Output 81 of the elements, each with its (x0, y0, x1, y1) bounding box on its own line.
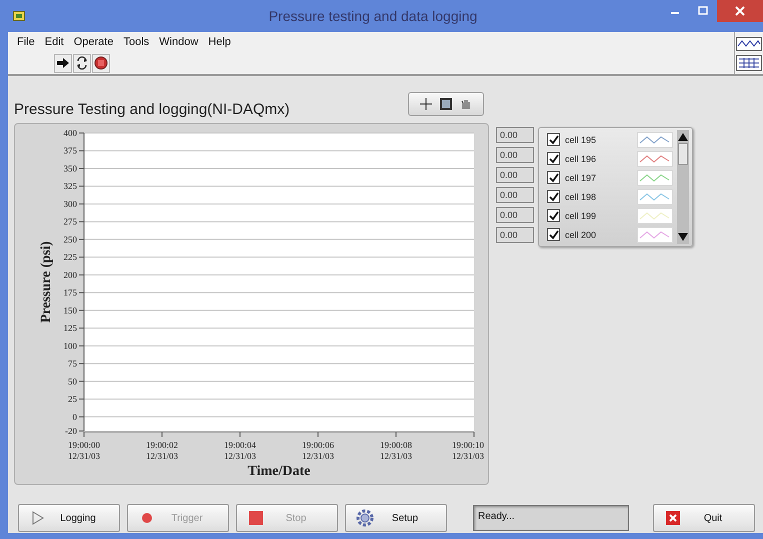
checkbox[interactable] (547, 152, 560, 165)
quit-button[interactable]: Quit (653, 504, 755, 532)
arrow-icon (56, 57, 70, 69)
y-tick-label: 400 (64, 128, 77, 138)
x-tick-label: 19:00:00 12/31/03 (68, 440, 100, 461)
scroll-thumb[interactable] (678, 143, 688, 165)
line-swatch[interactable] (637, 170, 673, 186)
close-icon (735, 6, 745, 16)
cursor-tool-icon[interactable] (417, 96, 435, 112)
run-button[interactable] (54, 54, 72, 72)
checkbox[interactable] (547, 133, 560, 146)
y-tick-label: 350 (64, 163, 77, 174)
y-tick-label: 100 (64, 340, 77, 351)
gear-icon (354, 508, 376, 528)
value-field[interactable]: 0.00 (496, 167, 534, 183)
y-tick-label: 275 (64, 216, 77, 227)
status-field: Ready... (473, 505, 629, 531)
menu-item[interactable]: Help (203, 36, 236, 48)
y-tick-label: 325 (64, 181, 77, 192)
x-axis-title: Time/Date (248, 464, 310, 479)
menu-item[interactable]: File (12, 36, 40, 48)
value-field[interactable]: 0.00 (496, 147, 534, 163)
scroll-down-icon[interactable] (678, 233, 688, 241)
x-tick-label: 19:00:02 12/31/03 (146, 440, 178, 461)
y-tick-label: 250 (64, 234, 77, 244)
window-title: Pressure testing and data logging (268, 8, 478, 24)
y-tick-label: 50 (68, 376, 77, 386)
plot-name: cell 196 (565, 154, 598, 164)
menu-item[interactable]: Tools (118, 36, 154, 48)
plot-name: cell 195 (565, 134, 598, 144)
x-tick-label: 19:00:04 12/31/03 (224, 440, 256, 461)
loop-icon (75, 56, 89, 70)
menu-item[interactable]: Operate (68, 36, 118, 48)
x-tick-label: 19:00:06 12/31/03 (302, 440, 334, 461)
line-swatch[interactable] (637, 132, 673, 148)
y-tick-label: 75 (68, 358, 77, 369)
checkbox[interactable] (547, 171, 560, 184)
plot-name: cell 198 (565, 192, 598, 202)
app-icon (13, 11, 25, 21)
checkbox[interactable] (547, 209, 560, 222)
y-tick-label: 175 (64, 288, 77, 298)
close-button[interactable] (717, 0, 763, 22)
maximize-icon (698, 6, 708, 16)
connector-pane-icon[interactable] (736, 37, 762, 51)
panel-title: Pressure Testing and logging(NI-DAQmx) (14, 100, 290, 118)
value-field[interactable]: 0.00 (496, 207, 534, 223)
run-continuously-button[interactable] (73, 54, 91, 72)
line-swatch[interactable] (637, 188, 673, 204)
y-axis-title: Pressure (psi) (39, 241, 54, 323)
value-field[interactable]: 0.00 (496, 187, 534, 203)
y-tick-label: 125 (64, 323, 77, 334)
plot-name: cell 200 (565, 230, 598, 240)
line-swatch[interactable] (637, 226, 673, 242)
y-tick-label: 25 (68, 394, 77, 404)
checkbox[interactable] (547, 190, 560, 203)
y-tick-label: -20 (65, 426, 77, 436)
abort-button[interactable] (92, 54, 110, 72)
scroll-up-icon[interactable] (678, 133, 688, 141)
line-swatch[interactable] (637, 208, 673, 224)
x-tick-label: 19:00:08 12/31/03 (380, 440, 412, 461)
y-tick-label: 375 (64, 146, 77, 156)
panel-button[interactable]: Setup (345, 504, 447, 532)
stop-icon (94, 56, 108, 70)
menu-item[interactable]: Edit (40, 36, 69, 48)
scroll-bar[interactable] (677, 130, 689, 244)
value-field[interactable]: 0.00 (496, 127, 534, 143)
y-tick-label: 200 (64, 270, 77, 280)
line-swatch[interactable] (637, 150, 673, 166)
panel-button[interactable]: Logging (18, 504, 120, 532)
vi-icon[interactable] (736, 55, 762, 71)
x-tick-label: 19:00:10 12/31/03 (452, 440, 484, 461)
y-tick-label: 150 (64, 305, 77, 316)
value-field[interactable]: 0.00 (496, 227, 534, 243)
menu-item[interactable]: Window (154, 36, 204, 48)
y-tick-label: 300 (64, 198, 77, 209)
y-tick-label: 0 (72, 412, 77, 422)
zoom-tool-icon[interactable] (437, 96, 455, 112)
checkbox[interactable] (547, 228, 560, 241)
plot-name: cell 197 (565, 172, 598, 182)
plot-name: cell 199 (565, 210, 598, 220)
y-tick-label: 225 (64, 252, 77, 262)
